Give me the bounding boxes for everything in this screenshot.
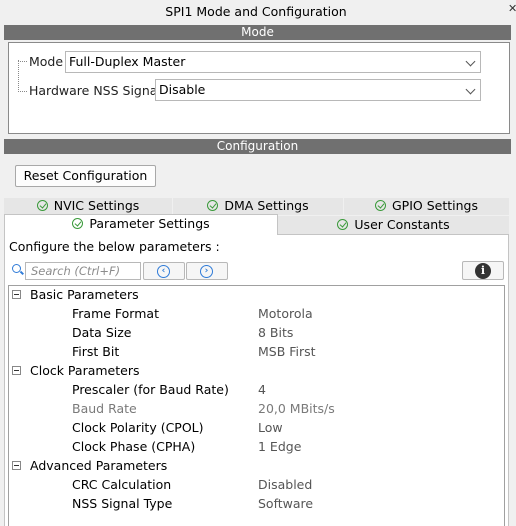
param-value[interactable]: Motorola xyxy=(258,304,313,323)
param-name[interactable]: NSS Signal Type xyxy=(72,494,172,513)
group-basic-parameters[interactable]: Basic Parameters xyxy=(30,285,139,304)
search-input[interactable]: Search (Ctrl+F) xyxy=(25,262,141,280)
group-advanced-parameters[interactable]: Advanced Parameters xyxy=(30,456,167,475)
hardware-nss-select-value: Disable xyxy=(159,82,206,97)
mode-section-header: Mode xyxy=(4,25,511,40)
search-next-button[interactable]: › xyxy=(186,262,228,280)
chevron-down-icon xyxy=(465,84,476,95)
instruction-text: Configure the below parameters : xyxy=(9,239,220,254)
tab-gpio-settings[interactable]: GPIO Settings xyxy=(344,198,509,215)
check-circle-icon xyxy=(72,218,84,229)
param-value[interactable]: 8 Bits xyxy=(258,323,293,342)
chevron-down-icon xyxy=(465,56,476,67)
group-clock-parameters[interactable]: Clock Parameters xyxy=(30,361,139,380)
search-icon xyxy=(12,264,21,273)
configuration-section-header: Configuration xyxy=(4,139,511,154)
collapse-icon[interactable] xyxy=(12,290,21,299)
param-value: 20,0 MBits/s xyxy=(258,401,335,416)
mode-select[interactable]: Full-Duplex Master xyxy=(65,51,481,73)
tab-label: Parameter Settings xyxy=(89,216,210,231)
tab-label: GPIO Settings xyxy=(392,198,478,213)
param-value[interactable]: 1 Edge xyxy=(258,437,301,456)
search-previous-button[interactable]: ‹ xyxy=(143,262,185,280)
param-value[interactable]: Low xyxy=(258,418,283,437)
next-icon: › xyxy=(200,265,213,278)
tab-dma-settings[interactable]: DMA Settings xyxy=(173,198,343,215)
tab-nvic-settings[interactable]: NVIC Settings xyxy=(4,198,172,215)
tab-label: DMA Settings xyxy=(224,198,309,213)
reset-configuration-button[interactable]: Reset Configuration xyxy=(15,165,156,187)
check-circle-icon xyxy=(36,200,48,211)
param-value[interactable]: Disabled xyxy=(258,475,312,494)
hardware-nss-select[interactable]: Disable xyxy=(155,79,481,101)
param-name[interactable]: CRC Calculation xyxy=(72,475,171,494)
tab-label: User Constants xyxy=(354,217,450,232)
param-name[interactable]: Data Size xyxy=(72,323,131,342)
close-icon[interactable]: ✕ xyxy=(508,2,516,15)
tab-user-constants[interactable]: User Constants xyxy=(278,216,509,234)
param-name[interactable]: Prescaler (for Baud Rate) xyxy=(72,380,229,399)
tab-parameter-settings[interactable]: Parameter Settings xyxy=(4,214,278,235)
mode-label: Mode xyxy=(29,54,64,69)
info-button[interactable]: i xyxy=(462,261,504,280)
check-circle-icon xyxy=(207,200,219,211)
tab-label: NVIC Settings xyxy=(53,198,140,213)
check-circle-icon xyxy=(337,219,349,230)
param-name[interactable]: Clock Phase (CPHA) xyxy=(72,437,195,456)
param-name[interactable]: Frame Format xyxy=(72,304,159,323)
collapse-icon[interactable] xyxy=(12,461,21,470)
check-circle-icon xyxy=(375,200,386,211)
param-value[interactable]: 4 xyxy=(258,380,266,399)
info-icon: i xyxy=(475,263,491,279)
param-value[interactable]: MSB First xyxy=(258,342,316,361)
previous-icon: ‹ xyxy=(157,265,170,278)
hardware-nss-label: Hardware NSS Signal xyxy=(29,83,161,98)
mode-select-value: Full-Duplex Master xyxy=(69,54,186,69)
mode-tree-line xyxy=(18,60,19,92)
param-name: Baud Rate xyxy=(72,401,137,416)
param-name[interactable]: Clock Polarity (CPOL) xyxy=(72,418,204,437)
param-name[interactable]: First Bit xyxy=(72,342,119,361)
param-value[interactable]: Software xyxy=(258,494,313,513)
collapse-icon[interactable] xyxy=(12,366,21,375)
window-title: SPI1 Mode and Configuration xyxy=(165,4,347,19)
